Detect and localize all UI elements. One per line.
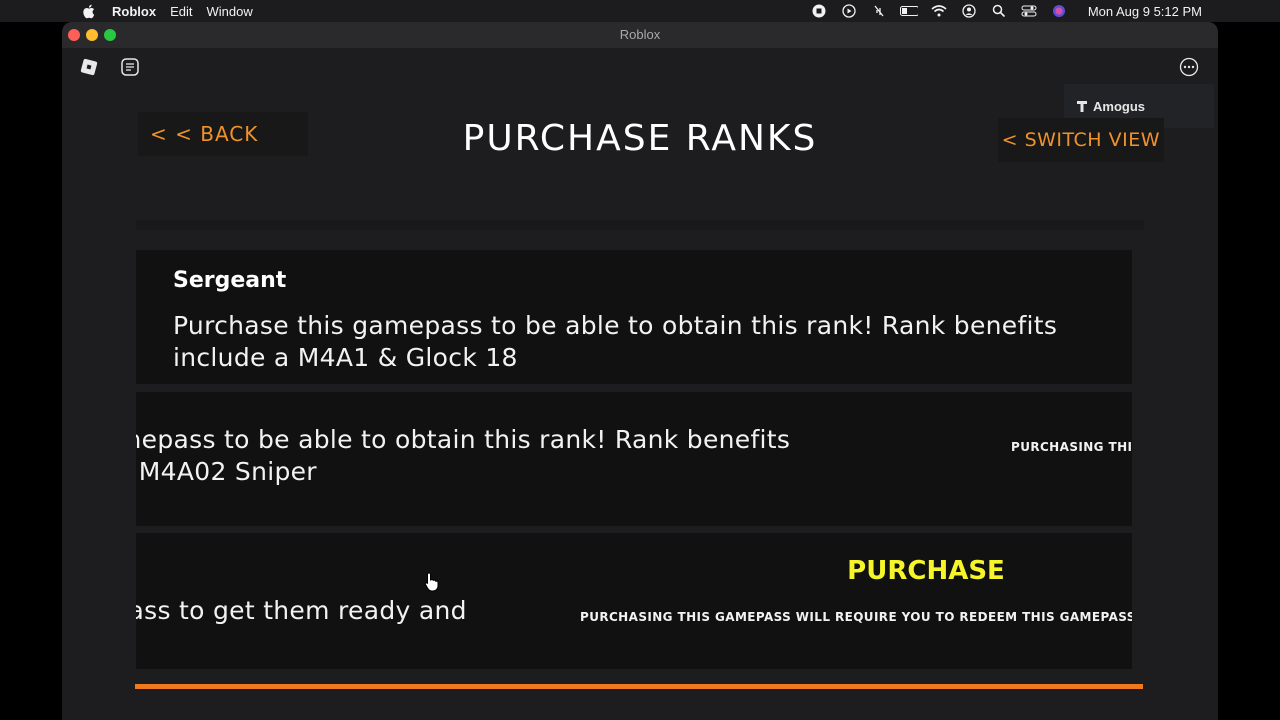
back-button[interactable]: < < BACK [138,112,308,156]
apple-menu-icon[interactable] [80,3,96,19]
divider [136,220,1144,230]
menu-window[interactable]: Window [206,4,252,19]
hand-cursor-icon [424,572,439,592]
menu-edit[interactable]: Edit [170,4,192,19]
chat-icon [121,58,139,76]
rank-description: Purchase this gamepass to be able to obt… [173,311,1058,372]
mute-icon[interactable] [870,4,888,18]
minimize-window-button[interactable] [86,29,98,41]
play-icon[interactable] [840,4,858,18]
user-account-icon[interactable] [960,4,978,18]
menu-app-name[interactable]: Roblox [112,4,156,19]
purchase-notice: PURCHASING THIS GAMEPASS WILL REQUIRE YO… [580,610,1132,624]
rank-description: Purchase this gamepass to be able to obt… [136,425,791,486]
switch-view-button[interactable]: < SWITCH VIEW [998,118,1164,162]
scroll-progress-bar [135,684,1143,689]
more-icon [1179,57,1199,77]
screen-record-icon[interactable] [810,4,828,18]
rank-card[interactable]: Sergeant Purchase this gamepass to be ab… [136,250,1132,384]
window-title-bar[interactable]: Roblox [62,22,1218,48]
purchase-button[interactable]: PURCHASE [836,555,1016,587]
rank-card[interactable]: Purchase this gamepass to be able to obt… [136,392,1132,526]
roblox-logo-icon [80,58,98,76]
close-window-button[interactable] [68,29,80,41]
wifi-icon[interactable] [930,4,948,18]
purchase-notice: PURCHASING THIS [1011,440,1132,454]
rank-name: Sergeant [173,268,287,293]
chat-button[interactable] [117,54,143,80]
menu-bar-clock[interactable]: Mon Aug 9 5:12 PM [1088,4,1202,19]
premium-rank-icon [1077,100,1087,112]
control-center-icon[interactable] [1020,4,1038,18]
rank-card[interactable]: Purchase this gamepass to get them ready… [136,533,1132,669]
player-name: Amogus [1093,98,1145,114]
siri-icon[interactable] [1050,4,1068,18]
ranks-list[interactable]: Sergeant Purchase this gamepass to be ab… [136,220,1144,670]
roblox-menu-button[interactable] [76,54,102,80]
menu-bar: Roblox Edit Window Mon Aug 9 5:12 PM [0,0,1280,22]
battery-icon[interactable] [899,4,918,18]
maximize-window-button[interactable] [104,29,116,41]
window-title: Roblox [619,27,661,42]
spotlight-search-icon[interactable] [990,4,1008,18]
roblox-window: Roblox Amogus < < BACK PURCHASE RANKS < … [62,22,1218,720]
more-options-button[interactable] [1176,54,1202,80]
page-title: PURCHASE RANKS [462,118,818,159]
